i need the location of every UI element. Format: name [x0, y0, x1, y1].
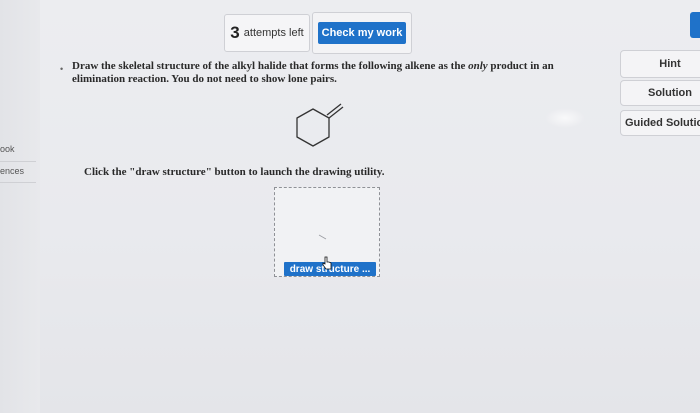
rail-divider — [0, 182, 36, 183]
rail-item-references[interactable]: ences — [0, 166, 24, 176]
question-bullet: • — [60, 64, 64, 74]
question-text: Draw the skeletal structure of the alkyl… — [72, 60, 592, 86]
solution-button[interactable]: Solution — [620, 80, 700, 106]
attempts-counter: 3 attempts left — [224, 14, 310, 52]
guided-solution-button[interactable]: Guided Solutio — [620, 110, 700, 136]
stray-mark-icon — [318, 234, 327, 240]
attempts-count: 3 — [230, 23, 240, 42]
screen-glare — [545, 108, 585, 128]
draw-instruction: Click the "draw structure" button to lau… — [84, 166, 385, 178]
question-text-part1: Draw the skeletal structure of the alkyl… — [72, 60, 469, 72]
check-work-container: Check my work — [312, 12, 412, 54]
rail-divider — [0, 161, 36, 162]
hint-button[interactable]: Hint — [620, 50, 700, 78]
question-emphasis: only — [468, 60, 488, 72]
methylenecyclohexane-structure-icon — [296, 103, 344, 147]
panel-tab[interactable] — [690, 12, 700, 38]
left-rail: ook ences — [0, 0, 40, 413]
attempts-label: attempts left — [243, 27, 304, 39]
hand-cursor-icon — [322, 256, 332, 270]
check-my-work-button[interactable]: Check my work — [318, 22, 406, 44]
rail-item-ebook[interactable]: ook — [0, 144, 15, 154]
